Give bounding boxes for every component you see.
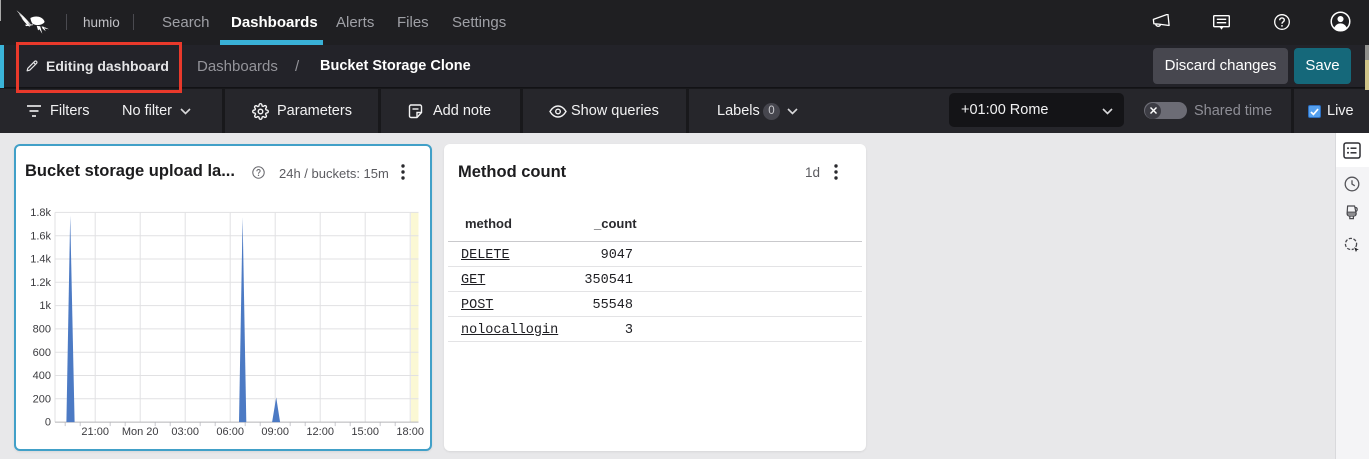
svg-text:1.2k: 1.2k bbox=[30, 277, 51, 289]
svg-text:1.8k: 1.8k bbox=[30, 207, 51, 219]
svg-text:800: 800 bbox=[33, 324, 51, 336]
svg-text:200: 200 bbox=[33, 393, 51, 405]
svg-text:12:00: 12:00 bbox=[306, 426, 334, 438]
svg-text:400: 400 bbox=[33, 370, 51, 382]
svg-text:18:00: 18:00 bbox=[396, 426, 424, 438]
svg-text:21:00: 21:00 bbox=[81, 426, 109, 438]
svg-text:0: 0 bbox=[45, 417, 51, 429]
svg-text:1.6k: 1.6k bbox=[30, 230, 51, 242]
svg-text:Mon 20: Mon 20 bbox=[122, 426, 159, 438]
svg-text:600: 600 bbox=[33, 347, 51, 359]
svg-text:15:00: 15:00 bbox=[351, 426, 379, 438]
svg-text:09:00: 09:00 bbox=[261, 426, 289, 438]
svg-text:1k: 1k bbox=[39, 300, 51, 312]
svg-text:03:00: 03:00 bbox=[171, 426, 199, 438]
svg-text:06:00: 06:00 bbox=[216, 426, 244, 438]
svg-text:1.4k: 1.4k bbox=[30, 254, 51, 266]
